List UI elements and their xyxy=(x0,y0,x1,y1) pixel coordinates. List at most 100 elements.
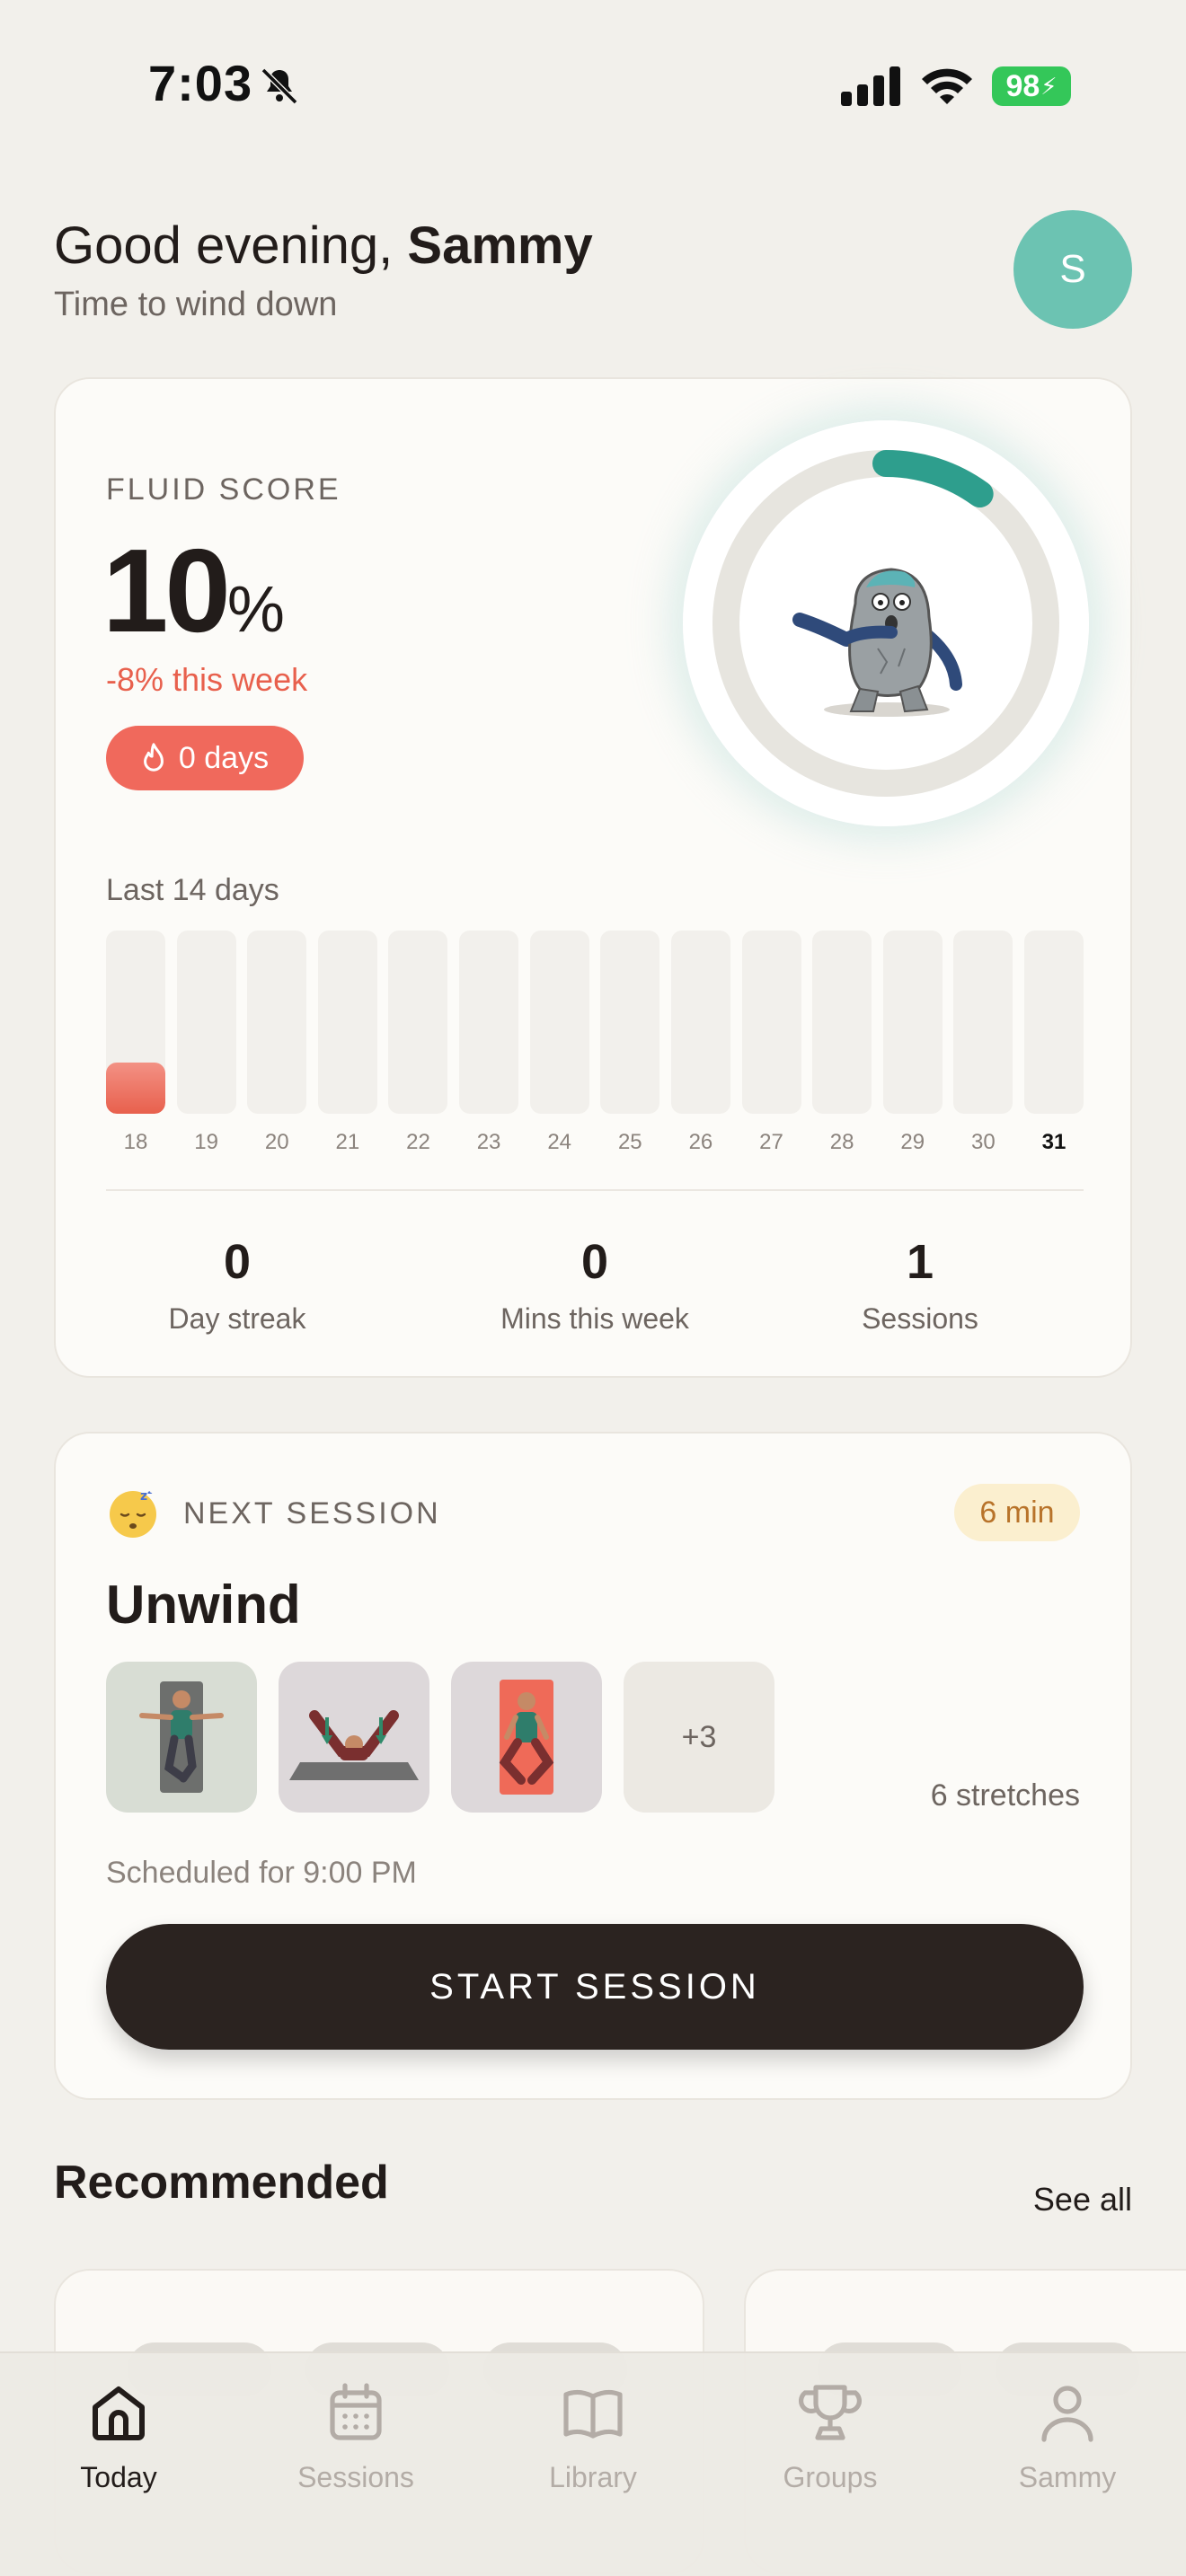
day-bar-track xyxy=(317,931,377,1114)
tab-label: Today xyxy=(80,2461,157,2493)
day-bar xyxy=(670,931,730,1119)
day-bar xyxy=(106,931,165,1119)
stat-value: 0 xyxy=(580,1235,609,1289)
trophy-icon xyxy=(799,2385,862,2440)
fluid-score-delta: -8% this week xyxy=(106,661,308,698)
day-label: 27 xyxy=(759,1130,783,1154)
day-bar-track xyxy=(741,931,801,1114)
day-label: 30 xyxy=(971,1130,996,1154)
tab-today[interactable]: Today xyxy=(29,2380,208,2494)
avatar[interactable]: S xyxy=(1013,210,1132,329)
fluid-score-ring xyxy=(683,420,1089,826)
day-bar-fill xyxy=(106,1062,165,1114)
day-bar-track xyxy=(247,931,307,1114)
day-label: 18 xyxy=(123,1130,148,1154)
day-bar-track xyxy=(1024,931,1084,1114)
day-label: 22 xyxy=(406,1130,430,1154)
day-bar-track xyxy=(812,931,872,1114)
stat-label: Day streak xyxy=(168,1302,306,1335)
stat-mins-this-week: 0 Mins this week xyxy=(451,1234,739,1336)
zombie-mascot-image xyxy=(792,568,962,717)
tab-label: Sessions xyxy=(297,2461,414,2493)
day-bar xyxy=(1024,931,1084,1119)
calendar-icon xyxy=(330,2383,382,2440)
day-label: 29 xyxy=(900,1130,925,1154)
stat-label: Sessions xyxy=(862,1302,978,1335)
recommended-title: Recommended xyxy=(54,2157,389,2209)
svg-text:z: z xyxy=(140,1489,147,1504)
sleeping-face-icon: z z xyxy=(110,1486,156,1538)
stat-value: 1 xyxy=(906,1235,934,1289)
streak-pill: 0 days xyxy=(106,726,304,790)
day-label: 31 xyxy=(1041,1130,1067,1154)
day-bar-track xyxy=(106,931,165,1114)
scheduled-time: Scheduled for 9:00 PM xyxy=(106,1856,417,1890)
start-session-button[interactable]: START SESSION xyxy=(106,1924,1084,2050)
stretch-count: 6 stretches xyxy=(930,1778,1080,1813)
svg-text:z: z xyxy=(147,1486,153,1496)
tab-profile[interactable]: Sammy xyxy=(978,2380,1157,2494)
stat-label: Mins this week xyxy=(500,1302,689,1335)
stat-value: 0 xyxy=(223,1235,252,1289)
fluid-score-value: 10% xyxy=(102,523,285,658)
day-bar-track xyxy=(388,931,448,1114)
see-all-link[interactable]: See all xyxy=(1033,2181,1132,2219)
status-time: 7:03 xyxy=(148,55,253,111)
day-bar-track xyxy=(670,931,730,1114)
battery-level: 98 xyxy=(1005,68,1040,103)
day-bar-track xyxy=(882,931,943,1114)
day-bar xyxy=(459,931,519,1119)
day-label: 21 xyxy=(335,1130,360,1154)
day-bar xyxy=(953,931,1013,1119)
duration-badge: 6 min xyxy=(954,1484,1080,1541)
tab-label: Groups xyxy=(783,2461,878,2493)
day-label: 24 xyxy=(547,1130,572,1154)
day-bar xyxy=(247,931,307,1119)
fluid-score-label: FLUID SCORE xyxy=(106,472,341,507)
day-bar xyxy=(388,931,448,1119)
day-bar-track xyxy=(953,931,1013,1114)
home-icon xyxy=(93,2386,145,2440)
tab-sessions[interactable]: Sessions xyxy=(266,2380,446,2494)
battery-indicator: 98 ⚡ xyxy=(992,66,1071,106)
streak-pill-label: 0 days xyxy=(178,740,270,775)
next-session-card[interactable]: z z NEXT SESSION 6 min Unwind +3 6 stret… xyxy=(54,1432,1132,2100)
person-icon xyxy=(1041,2386,1093,2442)
day-bar-track xyxy=(176,931,236,1114)
greeting-prefix: Good evening, xyxy=(54,216,394,275)
user-name: Sammy xyxy=(407,216,593,275)
more-stretches-tile[interactable]: +3 xyxy=(624,1662,774,1813)
fluid-score-unit: % xyxy=(226,574,285,646)
charging-bolt-icon: ⚡ xyxy=(1040,72,1058,100)
stretch-thumbnail-2[interactable] xyxy=(279,1662,429,1813)
flame-icon xyxy=(143,743,164,772)
daily-bar-chart xyxy=(106,931,1084,1119)
tab-groups[interactable]: Groups xyxy=(740,2380,920,2494)
today-screen: 7:03 98 ⚡ Good evening, Sammy Time to win… xyxy=(0,0,1186,2576)
stretch-thumbnail-image xyxy=(139,1681,224,1793)
status-bar: 7:03 98 ⚡ xyxy=(0,0,1186,171)
wifi-icon xyxy=(922,68,972,104)
greeting: Good evening, Sammy xyxy=(54,216,593,276)
tab-library[interactable]: Library xyxy=(503,2380,683,2494)
day-bar xyxy=(317,931,377,1119)
tab-bar: Today Sessions Library Groups Sammy xyxy=(0,2351,1186,2576)
day-bar-track xyxy=(459,931,519,1114)
session-title: Unwind xyxy=(106,1575,301,1635)
stretch-thumbnail-3[interactable] xyxy=(451,1662,602,1813)
bell-off-icon xyxy=(261,67,298,105)
day-bar xyxy=(741,931,801,1119)
day-label: 20 xyxy=(264,1130,289,1154)
fluid-score-card[interactable]: FLUID SCORE 10% -8% this week 0 days Las… xyxy=(54,377,1132,1378)
stretch-thumbnail-1[interactable] xyxy=(106,1662,257,1813)
day-label: 19 xyxy=(194,1130,218,1154)
tab-label: Sammy xyxy=(1018,2461,1117,2493)
next-session-label: NEXT SESSION xyxy=(183,1496,441,1531)
fluid-score-number: 10 xyxy=(102,525,231,657)
day-label: 25 xyxy=(617,1130,642,1154)
book-icon xyxy=(563,2389,623,2439)
day-bar xyxy=(600,931,660,1119)
day-bar-track xyxy=(529,931,589,1114)
day-bar xyxy=(529,931,589,1119)
greeting-subtitle: Time to wind down xyxy=(54,286,338,323)
